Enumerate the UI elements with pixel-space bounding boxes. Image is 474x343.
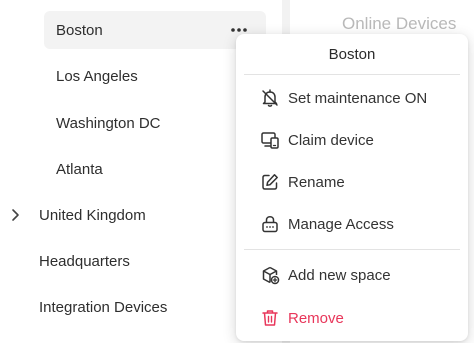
menu-item-label: Rename: [288, 173, 345, 191]
context-menu-title: Boston: [328, 45, 376, 63]
tree-item-label: United Kingdom: [39, 206, 146, 224]
add-new-space-button[interactable]: Add new space: [236, 256, 468, 294]
set-maintenance-button[interactable]: Set maintenance ON: [236, 79, 468, 117]
rename-button[interactable]: Rename: [236, 163, 468, 201]
menu-item-label: Add new space: [288, 266, 391, 284]
menu-item-label: Manage Access: [288, 215, 394, 233]
menu-divider: [244, 74, 460, 75]
cube-add-icon: [262, 266, 280, 285]
online-devices-title: Online Devices: [342, 14, 457, 33]
menu-item-label: Remove: [288, 309, 344, 327]
chevron-right-icon[interactable]: [10, 208, 22, 222]
tree-item-label: Washington DC: [56, 114, 161, 132]
tree-item-label: Boston: [56, 21, 103, 39]
tree-item-label: Los Angeles: [56, 67, 138, 85]
bell-off-icon: [262, 89, 278, 107]
lock-icon: [262, 215, 278, 233]
menu-item-label: Set maintenance ON: [288, 89, 428, 107]
tree-item-label: Headquarters: [39, 252, 130, 270]
manage-access-button[interactable]: Manage Access: [236, 205, 468, 243]
menu-divider: [244, 249, 460, 250]
menu-item-label: Claim device: [288, 131, 374, 149]
edit-icon: [262, 174, 278, 190]
context-menu: Boston Set maintenance ON Claim device R…: [236, 34, 468, 341]
trash-icon: [262, 310, 278, 326]
tree-item-label: Atlanta: [56, 160, 103, 178]
devices-icon: [261, 132, 279, 149]
remove-button[interactable]: Remove: [236, 299, 468, 337]
claim-device-button[interactable]: Claim device: [236, 121, 468, 159]
tree-item-label: Integration Devices: [39, 298, 168, 316]
